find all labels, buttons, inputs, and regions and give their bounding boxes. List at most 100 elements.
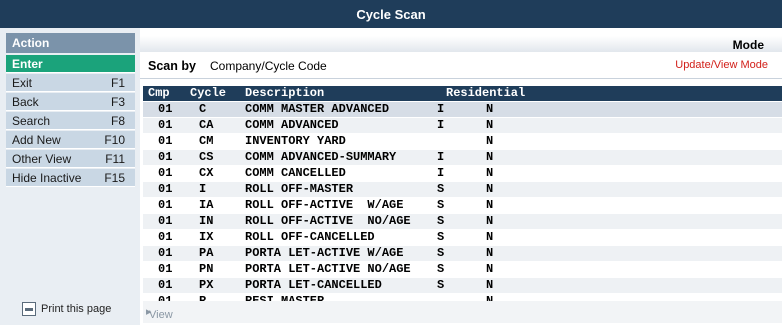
menu-key: F11 <box>105 151 125 166</box>
cell-cmp: 01 <box>158 134 173 148</box>
menu-key: F8 <box>110 113 125 128</box>
cell-type: I <box>437 166 445 180</box>
cell-residential: N <box>486 278 494 292</box>
window-title-bar: Cycle Scan <box>0 0 782 29</box>
cell-type: S <box>437 262 445 276</box>
table-row[interactable]: 01 IA ROLL OFF-ACTIVE W/AGE S N <box>143 198 782 214</box>
print-page-link[interactable]: Print this page <box>22 302 111 316</box>
cell-cmp: 01 <box>158 182 173 196</box>
other-view-button[interactable]: Other View F11 <box>6 150 135 168</box>
action-header: Action <box>6 33 135 53</box>
cell-cycle: I <box>199 182 207 196</box>
table-row[interactable]: 01 CM INVENTORY YARD N <box>143 134 782 150</box>
cell-cycle: CS <box>199 150 214 164</box>
header-description: Description <box>245 86 325 100</box>
cell-type: I <box>437 118 445 132</box>
cell-residential: N <box>486 118 494 132</box>
scan-by-label: Scan by <box>148 59 196 73</box>
header-cycle: Cycle <box>190 86 227 100</box>
back-button[interactable]: Back F3 <box>6 93 135 111</box>
cell-description: ROLL OFF-CANCELLED <box>245 230 375 244</box>
menu-label: Add New <box>12 132 61 147</box>
cell-cmp: 01 <box>158 214 173 228</box>
cell-residential: N <box>486 214 494 228</box>
cell-description: PORTA LET-ACTIVE W/AGE <box>245 246 404 260</box>
menu-key: F1 <box>110 75 125 90</box>
cell-type: S <box>437 214 445 228</box>
menu-label: Back <box>12 94 39 109</box>
table-row[interactable]: 01 PN PORTA LET-ACTIVE NO/AGE S N <box>143 262 782 278</box>
cell-residential: N <box>486 262 494 276</box>
table-row[interactable]: 01 CA COMM ADVANCED I N <box>143 118 782 134</box>
table-row[interactable]: 01 CS COMM ADVANCED-SUMMARY I N <box>143 150 782 166</box>
cell-residential: N <box>486 246 494 260</box>
menu-label: Hide Inactive <box>12 170 82 185</box>
menu-label: Other View <box>12 151 72 166</box>
cell-residential: N <box>486 182 494 196</box>
mode-bar <box>140 36 782 52</box>
cell-description: ROLL OFF-ACTIVE W/AGE <box>245 198 404 212</box>
printer-icon <box>22 302 36 316</box>
cell-type: S <box>437 198 445 212</box>
cell-residential: N <box>486 166 494 180</box>
cell-cmp: 01 <box>158 166 173 180</box>
table-row[interactable]: 01 PA PORTA LET-ACTIVE W/AGE S N <box>143 246 782 262</box>
cell-description: COMM CANCELLED <box>245 166 346 180</box>
view-bar[interactable]: ▸ View <box>143 301 782 323</box>
cell-description: PORTA LET-CANCELLED <box>245 278 382 292</box>
header-residential: Residential <box>446 86 526 100</box>
action-sidebar: Action Enter Exit F1 Back F3 Search F8 A… <box>0 28 140 325</box>
enter-button[interactable]: Enter <box>6 55 135 73</box>
menu-label: Search <box>12 113 51 128</box>
add-new-button[interactable]: Add New F10 <box>6 131 135 149</box>
main-content: Mode Scan by Company/Cycle Code Update/V… <box>140 28 782 325</box>
cell-residential: N <box>486 230 494 244</box>
cell-cmp: 01 <box>158 262 173 276</box>
table-row[interactable]: 01 IX ROLL OFF-CANCELLED S N <box>143 230 782 246</box>
table-row[interactable]: 01 C COMM MASTER ADVANCED I N <box>143 102 782 118</box>
cell-cmp: 01 <box>158 278 173 292</box>
cell-residential: N <box>486 134 494 148</box>
cell-cycle: CX <box>199 166 214 180</box>
scan-bar: Scan by Company/Cycle Code Update/View M… <box>140 54 782 79</box>
table-row[interactable]: 01 CX COMM CANCELLED I N <box>143 166 782 182</box>
table-header: Cmp Cycle Description Residential <box>143 86 782 101</box>
cell-cmp: 01 <box>158 102 173 116</box>
table-row[interactable]: 01 IN ROLL OFF-ACTIVE NO/AGE S N <box>143 214 782 230</box>
table-row[interactable]: 01 PX PORTA LET-CANCELLED S N <box>143 278 782 294</box>
mode-label: Mode <box>732 38 764 52</box>
cell-description: COMM ADVANCED <box>245 118 339 132</box>
cell-cycle: IX <box>199 230 214 244</box>
cell-type: S <box>437 230 445 244</box>
cell-description: PORTA LET-ACTIVE NO/AGE <box>245 262 411 276</box>
cell-type: I <box>437 150 445 164</box>
cell-cmp: 01 <box>158 230 173 244</box>
cell-residential: N <box>486 150 494 164</box>
cell-cmp: 01 <box>158 118 173 132</box>
cell-description: COMM MASTER ADVANCED <box>245 102 390 116</box>
cell-description: ROLL OFF-ACTIVE NO/AGE <box>245 214 411 228</box>
cell-cycle: PN <box>199 262 214 276</box>
cell-cycle: PA <box>199 246 214 260</box>
cell-description: INVENTORY YARD <box>245 134 346 148</box>
hide-inactive-button[interactable]: Hide Inactive F15 <box>6 169 135 187</box>
cell-cmp: 01 <box>158 198 173 212</box>
cell-type: I <box>437 102 445 116</box>
cell-cycle: IA <box>199 198 214 212</box>
cell-cycle: IN <box>199 214 214 228</box>
cycle-table: 01 C COMM MASTER ADVANCED I N 01 CA COMM ADVAN… <box>143 102 782 310</box>
menu-label: Exit <box>12 75 33 90</box>
print-label: Print this page <box>41 303 112 315</box>
cell-residential: N <box>486 198 494 212</box>
search-button[interactable]: Search F8 <box>6 112 135 130</box>
cell-residential: N <box>486 102 494 116</box>
menu-key: F3 <box>110 94 125 109</box>
mode-value: Update/View Mode <box>675 59 768 71</box>
cell-cycle: CM <box>199 134 214 148</box>
table-row[interactable]: 01 I ROLL OFF-MASTER S N <box>143 182 782 198</box>
cell-cycle: PX <box>199 278 214 292</box>
cell-cycle: CA <box>199 118 214 132</box>
cell-cycle: C <box>199 102 207 116</box>
cell-type: S <box>437 246 445 260</box>
exit-button[interactable]: Exit F1 <box>6 74 135 92</box>
